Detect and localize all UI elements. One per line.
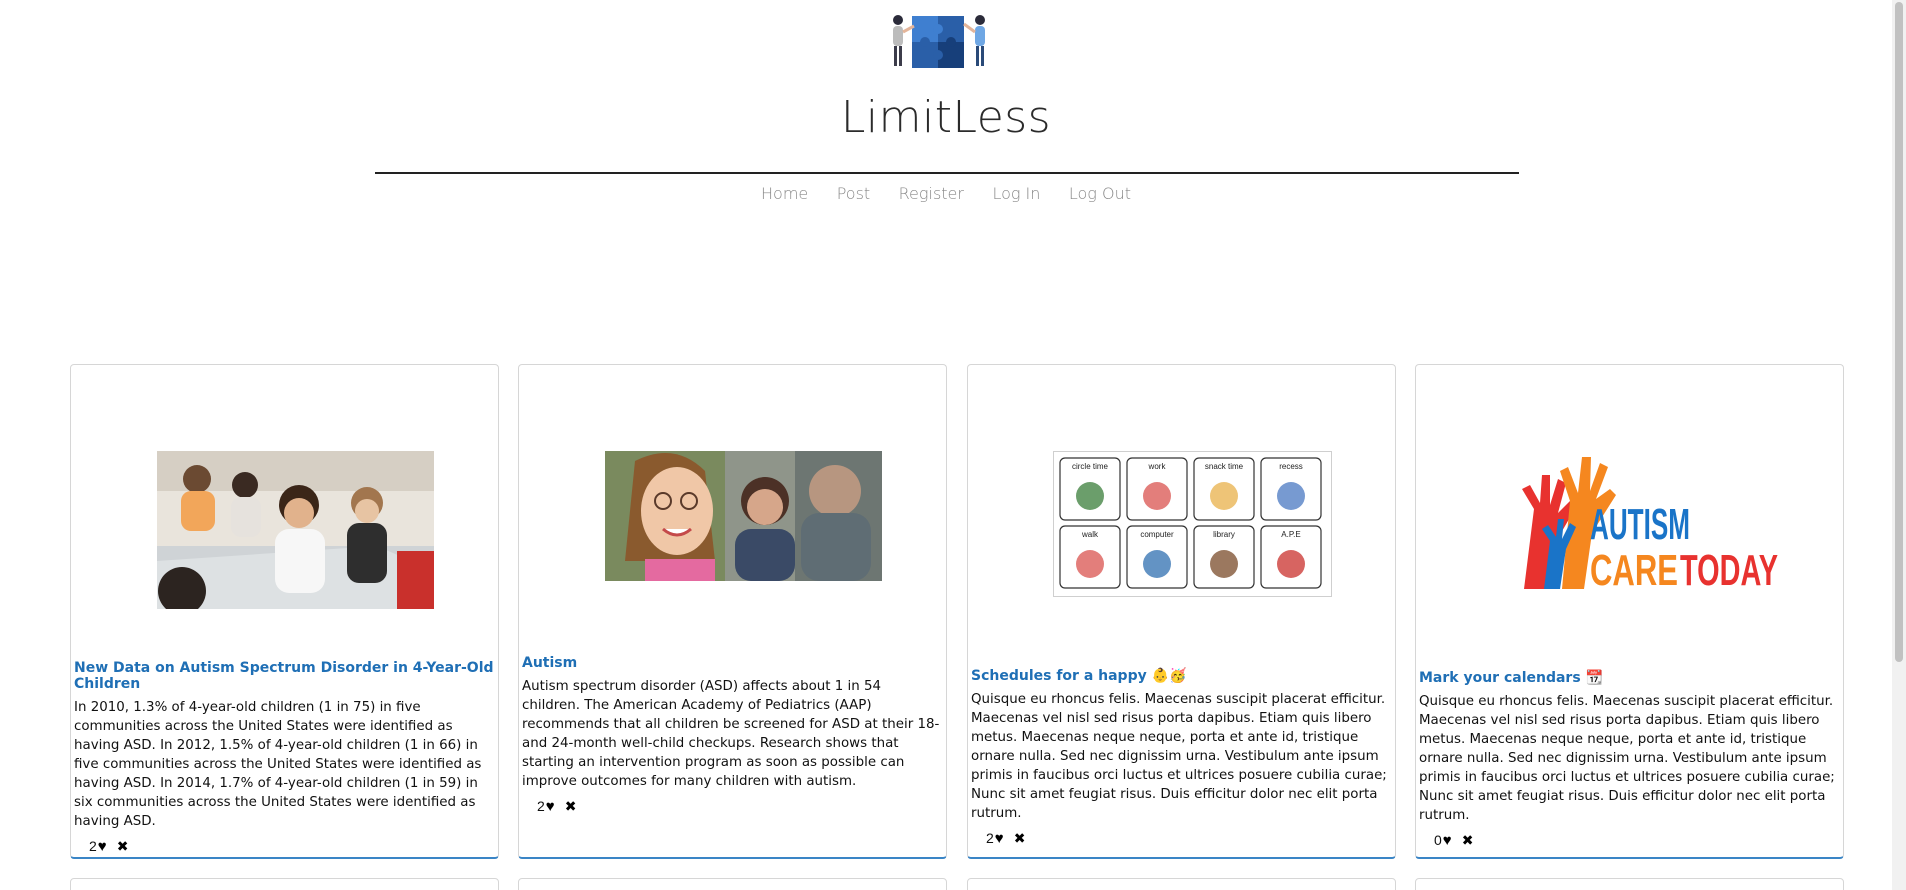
schedule-cell-picture-icon — [1210, 482, 1238, 510]
post-actions: 2 ♥ ✖ — [537, 795, 943, 817]
nav-home-link[interactable]: Home — [761, 184, 808, 203]
nav-logout-link[interactable]: Log Out — [1069, 184, 1131, 203]
heart-icon: ♥ — [994, 829, 1004, 847]
post-actions: 2 ♥ ✖ — [89, 835, 495, 857]
logo-line-autism: AUTISM — [1590, 500, 1690, 549]
schedule-cell-picture-icon — [1210, 550, 1238, 578]
schedule-cell-picture-icon — [1143, 482, 1171, 510]
post-card: AUTISM CARE TODAY Mark your calendars 📆 … — [1415, 364, 1844, 859]
like-count: 2 — [537, 798, 545, 814]
post-card-body: Schedules for a happy 👶🥳 Quisque eu rhon… — [971, 668, 1392, 857]
schedule-cell-label: library — [1213, 530, 1235, 539]
like-button[interactable]: 0 ♥ — [1434, 832, 1452, 849]
puzzle-people-logo-icon[interactable] — [884, 10, 994, 76]
like-count: 0 — [1434, 832, 1442, 848]
visual-schedule-chart: circle time work snack time recess walk compu… — [1053, 451, 1332, 597]
post-card: circle time work snack time recess walk compu… — [967, 364, 1396, 859]
post-card — [70, 878, 499, 890]
nav-post-link[interactable]: Post — [837, 184, 870, 203]
post-title-link[interactable]: Schedules for a happy 👶🥳 — [971, 668, 1392, 684]
delete-icon[interactable]: ✖ — [1462, 832, 1474, 849]
post-card — [518, 878, 947, 890]
post-text: In 2010, 1.3% of 4-year-old children (1 … — [74, 700, 482, 829]
like-button[interactable]: 2 ♥ — [986, 830, 1004, 847]
like-count: 2 — [986, 830, 994, 846]
post-card-body: New Data on Autism Spectrum Disorder in … — [74, 660, 495, 857]
delete-icon[interactable]: ✖ — [117, 838, 129, 855]
post-card-body: Autism Autism spectrum disorder (ASD) af… — [522, 655, 943, 857]
nav-register-link[interactable]: Register — [899, 184, 964, 203]
heart-icon: ♥ — [1442, 831, 1452, 849]
schedule-cell-picture-icon — [1076, 550, 1104, 578]
smiling-girl-photo — [605, 451, 882, 581]
delete-icon[interactable]: ✖ — [1014, 830, 1026, 847]
schedule-cell-picture-icon — [1143, 550, 1171, 578]
post-actions: 2 ♥ ✖ — [986, 827, 1392, 849]
header-divider — [375, 172, 1519, 174]
schedule-cell-label: snack time — [1205, 462, 1244, 471]
heart-icon: ♥ — [97, 837, 107, 855]
post-text: Quisque eu rhoncus felis. Maecenas susci… — [971, 692, 1387, 821]
site-header: LimitLess Home Post Register Log In Log … — [0, 0, 1892, 240]
post-card: Autism Autism spectrum disorder (ASD) af… — [518, 364, 947, 859]
schedule-cell-picture-icon — [1277, 482, 1305, 510]
post-card — [967, 878, 1396, 890]
post-text: Autism spectrum disorder (ASD) affects a… — [522, 679, 940, 789]
logo-line-today: TODAY — [1680, 546, 1778, 595]
post-card — [1415, 878, 1844, 890]
page-scrollbar[interactable] — [1892, 0, 1906, 890]
like-count: 2 — [89, 838, 97, 854]
nav-login-link[interactable]: Log In — [992, 184, 1040, 203]
like-button[interactable]: 2 ♥ — [89, 838, 107, 855]
schedule-cell-label: walk — [1081, 530, 1099, 539]
logo-line-care: CARE — [1590, 546, 1678, 595]
main-nav: Home Post Register Log In Log Out — [0, 184, 1892, 204]
post-title-link[interactable]: Autism — [522, 655, 943, 671]
like-button[interactable]: 2 ♥ — [537, 798, 555, 815]
delete-icon[interactable]: ✖ — [565, 798, 577, 815]
post-card: New Data on Autism Spectrum Disorder in … — [70, 364, 499, 859]
schedule-cell-label: computer — [1140, 530, 1174, 539]
post-actions: 0 ♥ ✖ — [1434, 829, 1840, 851]
site-title: LimitLess — [840, 92, 1052, 143]
post-card-body: Mark your calendars 📆 Quisque eu rhoncus… — [1419, 670, 1840, 857]
post-text: Quisque eu rhoncus felis. Maecenas susci… — [1419, 694, 1835, 823]
scrollbar-thumb[interactable] — [1895, 2, 1903, 662]
autism-care-today-logo: AUTISM CARE TODAY — [1522, 457, 1778, 595]
schedule-cell-label: A.P.E — [1281, 530, 1300, 539]
schedule-cell-picture-icon — [1076, 482, 1104, 510]
post-title-link[interactable]: New Data on Autism Spectrum Disorder in … — [74, 660, 495, 692]
schedule-cell-label: work — [1148, 462, 1167, 471]
schedule-cell-label: recess — [1279, 462, 1303, 471]
schedule-cell-picture-icon — [1277, 550, 1305, 578]
children-at-table-photo — [157, 451, 434, 609]
post-title-link[interactable]: Mark your calendars 📆 — [1419, 670, 1840, 686]
schedule-cell-label: circle time — [1072, 462, 1109, 471]
heart-icon: ♥ — [545, 797, 555, 815]
